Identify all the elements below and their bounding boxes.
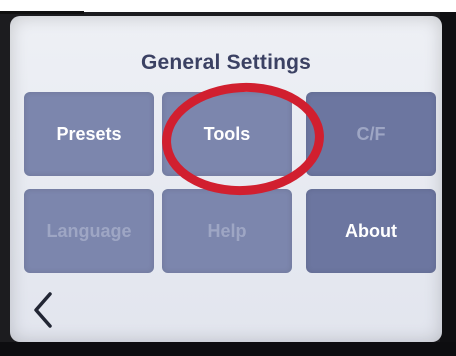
device-screen: General Settings Presets Tools C/F Langu… — [10, 16, 442, 342]
temperature-unit-button[interactable]: C/F — [306, 92, 436, 176]
device-photo: General Settings Presets Tools C/F Langu… — [0, 0, 456, 356]
help-button[interactable]: Help — [162, 189, 292, 273]
presets-button[interactable]: Presets — [24, 92, 154, 176]
about-button[interactable]: About — [306, 189, 436, 273]
right-bezel — [440, 12, 456, 356]
page-title: General Settings — [140, 51, 312, 74]
top-underline — [0, 11, 84, 14]
tools-button[interactable]: Tools — [162, 92, 292, 176]
bottom-bezel — [0, 342, 456, 356]
chevron-left-icon — [34, 292, 52, 328]
back-button[interactable] — [28, 288, 58, 332]
language-button[interactable]: Language — [24, 189, 154, 273]
